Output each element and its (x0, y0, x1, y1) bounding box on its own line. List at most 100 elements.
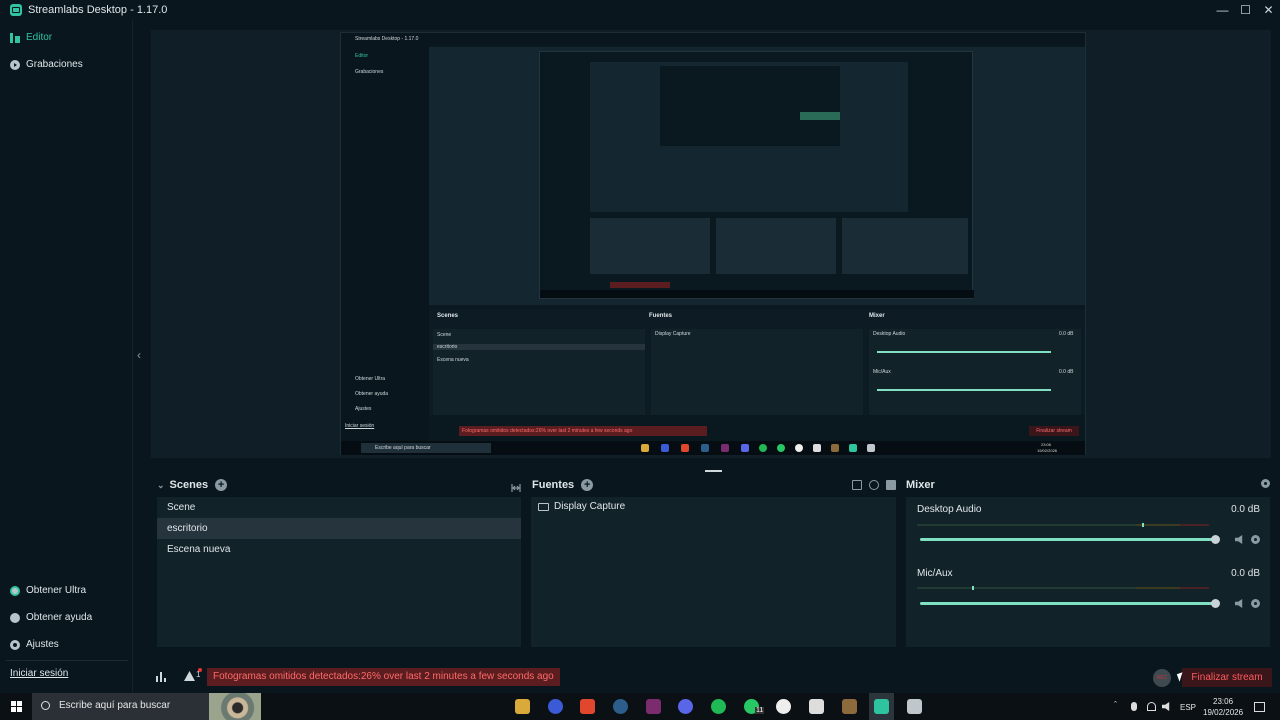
ultra-icon (10, 585, 20, 596)
brave-icon[interactable] (580, 699, 595, 714)
dropped-frames-alert[interactable]: Fotogramas omitidos detectados:26% over … (207, 668, 560, 686)
source-item[interactable]: Display Capture (538, 501, 625, 512)
minecraft-icon[interactable] (809, 699, 824, 714)
nested-editor-label: Editor (355, 53, 369, 59)
editor-icon (10, 32, 20, 43)
warning-icon[interactable] (184, 671, 195, 681)
mixer-settings-gear-icon[interactable] (1261, 479, 1270, 488)
channel-gear-icon[interactable] (1251, 599, 1260, 608)
nested-source-row: Display Capture (655, 331, 691, 337)
tray-expand-chevron-icon[interactable]: ˆ (1114, 700, 1123, 710)
volume-icon[interactable] (1162, 702, 1170, 711)
audio-meter-level (972, 586, 975, 590)
app-icon[interactable] (548, 699, 563, 714)
clock-icon[interactable] (776, 699, 791, 714)
login-link[interactable]: Iniciar sesión (10, 668, 68, 679)
language-indicator[interactable]: ESP (1180, 703, 1196, 712)
discord-icon[interactable] (678, 699, 693, 714)
scene-item[interactable]: Escena nueva (157, 539, 521, 560)
sidebar-item-editor[interactable]: Editor (10, 32, 52, 43)
nested-scene-row: Scene (437, 332, 452, 338)
clock-time[interactable]: 23:06 (1213, 697, 1233, 706)
nested-login-label: Iniciar sesión (345, 423, 375, 429)
nested-mixer-dock: Desktop Audio 0.0 dB Mic/Aux 0.0 dB (869, 329, 1081, 415)
nested-title-bar: Streamlabs Desktop - 1.17.0 (341, 33, 1085, 45)
nested-scene-row: Escena nueva (437, 357, 469, 363)
chest-icon[interactable] (842, 699, 857, 714)
volume-slider[interactable] (920, 535, 1220, 544)
spotify-icon[interactable] (711, 699, 726, 714)
sidebar-item-grabaciones[interactable]: Grabaciones (10, 59, 83, 70)
dock-resize-handle[interactable] (705, 470, 722, 472)
nested-help-label: Obtener ayuda (355, 391, 389, 397)
status-bar: 1 Fotogramas omitidos detectados:26% ove… (146, 660, 1280, 693)
sidebar-item-label: Grabaciones (26, 59, 83, 70)
record-button[interactable]: REC (1153, 669, 1171, 687)
stream-preview[interactable]: Streamlabs Desktop - 1.17.0 Editor Graba… (151, 30, 1271, 458)
streamlabs-icon[interactable] (874, 699, 889, 714)
steam-icon[interactable] (613, 699, 628, 714)
mixer-title: Mixer (906, 479, 935, 491)
performance-icon[interactable] (156, 672, 167, 682)
sources-title: Fuentes (532, 479, 575, 491)
network-icon[interactable] (1147, 702, 1156, 711)
nested-mixer-header: Mixer (869, 313, 885, 319)
nested-desktop-audio-label: Desktop Audio (873, 331, 906, 337)
notifications-icon[interactable] (1254, 702, 1265, 712)
maximize-button[interactable]: ☐ (1234, 0, 1257, 19)
scenes-header: ⌄ Scenes + (157, 477, 228, 493)
sidebar-item-ajustes[interactable]: Ajustes (10, 639, 59, 650)
nested-end-stream: Finalizar stream (1029, 426, 1079, 436)
window-controls: — ☐ ✕ (1211, 0, 1280, 19)
microphone-icon[interactable] (1131, 702, 1137, 711)
audio-settings-icon[interactable] (869, 480, 879, 490)
scene-item-selected[interactable]: escritorio (157, 518, 521, 539)
file-explorer-icon[interactable] (515, 699, 530, 714)
help-icon (10, 612, 20, 623)
sidebar-item-obtener-ayuda[interactable]: Obtener ayuda (10, 612, 92, 623)
sidebar: Editor Grabaciones Obtener Ultra Obtener… (0, 19, 133, 693)
channel-gear-icon[interactable] (1251, 535, 1260, 544)
nested-docks: Scenes Fuentes Mixer Scene escritorio Es… (429, 309, 1085, 415)
volume-slider-knob[interactable] (1211, 535, 1220, 544)
collapse-sidebar-chevron-icon[interactable]: ‹ (134, 345, 144, 365)
nested-db-label: 0.0 dB (1059, 331, 1074, 337)
nested-search: Escribe aquí para buscar (361, 443, 491, 453)
title-bar: Streamlabs Desktop - 1.17.0 — ☐ ✕ (0, 0, 1280, 19)
add-scene-button[interactable]: + (215, 479, 228, 491)
nested-scenes-dock: Scene escritorio Escena nueva (433, 329, 645, 415)
nested-taskbar: Escribe aquí para buscar 23:06 19/02/202… (341, 441, 1085, 455)
nested-preview (429, 47, 1085, 305)
notes-icon[interactable] (907, 699, 922, 714)
minimize-button[interactable]: — (1211, 0, 1234, 19)
mixer-channel-db: 0.0 dB (1231, 568, 1260, 579)
sidebar-item-obtener-ultra[interactable]: Obtener Ultra (10, 585, 86, 596)
taskbar-search-placeholder: Escribe aquí para buscar (59, 700, 171, 711)
close-button[interactable]: ✕ (1257, 0, 1280, 19)
sources-dock: Display Capture (531, 497, 896, 647)
end-stream-button[interactable]: Finalizar stream (1182, 668, 1272, 687)
sidebar-item-label: Ajustes (26, 639, 59, 650)
transition-icon[interactable] (511, 480, 521, 492)
volume-slider[interactable] (920, 599, 1220, 608)
taskbar-search[interactable]: Escribe aquí para buscar (32, 693, 261, 720)
nested-sources-header: Fuentes (649, 313, 673, 319)
speaker-icon[interactable] (1235, 599, 1243, 608)
volume-slider-knob[interactable] (1211, 599, 1220, 608)
sidebar-item-label: Editor (26, 32, 53, 43)
scene-item[interactable]: Scene (157, 497, 521, 518)
nested-db-label: 0.0 dB (1059, 369, 1074, 375)
windows-start-icon[interactable] (11, 701, 22, 712)
sources-header: Fuentes + (532, 477, 594, 493)
nested-sources-dock: Display Capture (651, 329, 863, 415)
add-source-button[interactable]: + (581, 479, 594, 491)
speaker-icon[interactable] (1235, 535, 1243, 544)
vegas-icon[interactable] (646, 699, 661, 714)
collapse-chevron-down-icon[interactable]: ⌄ (157, 480, 165, 491)
source-preview-icon[interactable] (852, 480, 862, 490)
sidebar-item-label: Obtener Ultra (26, 585, 87, 596)
clock-date[interactable]: 19/02/2026 (1203, 708, 1243, 717)
folder-icon[interactable] (886, 480, 896, 490)
search-icon (41, 701, 50, 710)
sidebar-item-label: Obtener ayuda (26, 612, 93, 623)
